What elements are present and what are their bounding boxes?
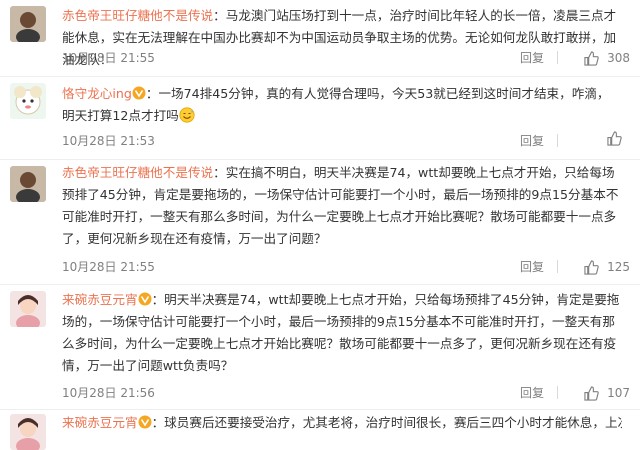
thumbs-up-icon bbox=[607, 131, 622, 146]
avatar[interactable] bbox=[10, 6, 46, 42]
comment-time: 10月28日 21:56 bbox=[62, 386, 155, 400]
like-count: 107 bbox=[607, 386, 630, 400]
meta-separator bbox=[557, 134, 558, 147]
like-button[interactable]: 125 bbox=[584, 257, 630, 277]
reply-button[interactable]: 回复 bbox=[520, 131, 544, 151]
comment-username[interactable]: 赤色帝王旺仔糖他不是传说 bbox=[62, 165, 213, 180]
comment-text: ：球员赛后还要接受治疗，尤其老将，治疗时间很长，赛后三四个小时才能休息，上次9点 bbox=[151, 415, 622, 430]
comment-time: 10月28日 21:53 bbox=[62, 134, 155, 148]
avatar[interactable] bbox=[10, 414, 46, 450]
vip-badge-icon bbox=[138, 292, 152, 306]
like-count: 308 bbox=[607, 51, 630, 65]
comment-divider bbox=[0, 409, 640, 410]
sweat-smile-emoji bbox=[179, 107, 195, 123]
avatar[interactable] bbox=[10, 166, 46, 202]
like-count: 125 bbox=[607, 260, 630, 274]
comment-username[interactable]: 来碗赤豆元宵 bbox=[62, 415, 138, 430]
comment-divider bbox=[0, 159, 640, 160]
vip-badge-icon bbox=[138, 415, 152, 429]
thumbs-up-icon bbox=[584, 385, 599, 401]
comment-username[interactable]: 来碗赤豆元宵 bbox=[62, 292, 138, 307]
comment-username[interactable]: 恪守龙心ing bbox=[62, 86, 132, 101]
comment-time: 10月28日 21:55 bbox=[62, 51, 155, 65]
avatar[interactable] bbox=[10, 291, 46, 327]
thumbs-up-icon bbox=[584, 259, 599, 275]
avatar[interactable] bbox=[10, 83, 46, 119]
reply-button[interactable]: 回复 bbox=[520, 257, 544, 277]
comment-divider bbox=[0, 76, 640, 77]
vip-badge-icon bbox=[132, 86, 146, 100]
comment-divider bbox=[0, 284, 640, 285]
meta-separator bbox=[557, 51, 558, 64]
thumbs-up-icon bbox=[584, 50, 599, 66]
comment-username[interactable]: 赤色帝王旺仔糖他不是传说 bbox=[62, 8, 213, 23]
comment-time: 10月28日 21:55 bbox=[62, 260, 155, 274]
like-button[interactable]: 308 bbox=[584, 48, 630, 68]
meta-separator bbox=[557, 386, 558, 399]
like-button[interactable]: 107 bbox=[584, 383, 630, 403]
reply-button[interactable]: 回复 bbox=[520, 383, 544, 403]
reply-button[interactable]: 回复 bbox=[520, 48, 544, 68]
like-button[interactable] bbox=[607, 131, 630, 146]
meta-separator bbox=[557, 260, 558, 273]
